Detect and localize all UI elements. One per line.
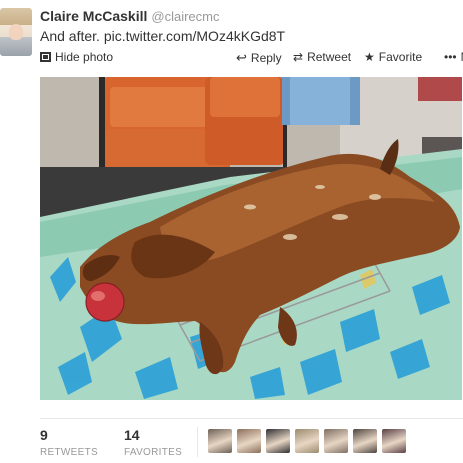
more-button[interactable]: ••• Mo — [444, 50, 463, 64]
photo-svg — [40, 77, 462, 400]
favoriter-avatar[interactable] — [324, 429, 348, 453]
avatar-face — [9, 24, 23, 40]
reply-icon: ↩ — [236, 50, 247, 65]
tweet-stats: 9 RETWEETS 14 FAVORITES — [40, 418, 463, 458]
favorite-button[interactable]: ★ Favorite — [364, 50, 422, 64]
favorites-count: 14 — [124, 427, 140, 443]
favorite-label: Favorite — [378, 50, 423, 64]
favoriter-avatar[interactable] — [266, 429, 290, 453]
favoriter-avatar[interactable] — [382, 429, 406, 453]
reply-button[interactable]: ↩ Reply — [236, 50, 282, 66]
favoriter-avatar[interactable] — [295, 429, 319, 453]
retweet-icon: ⇄ — [293, 50, 304, 64]
favoriter-avatar[interactable] — [237, 429, 261, 453]
tweet-header: Claire McCaskill @clairecmc — [40, 8, 463, 26]
favoriter-avatar[interactable] — [208, 429, 232, 453]
hide-photo-button[interactable]: Hide photo — [40, 50, 113, 64]
retweets-label: RETWEETS — [40, 447, 98, 458]
tweet-photo[interactable] — [40, 77, 462, 400]
author-handle[interactable]: @clairecmc — [151, 9, 219, 24]
stats-divider — [197, 427, 198, 457]
photo-icon — [40, 52, 51, 62]
tweet-actions: Hide photo ↩ Reply ⇄ Retweet ★ Favorite … — [40, 50, 463, 68]
favoriter-avatar[interactable] — [353, 429, 377, 453]
retweets-stat[interactable]: 9 RETWEETS — [40, 427, 98, 458]
favorites-label: FAVORITES — [124, 447, 183, 458]
star-icon: ★ — [364, 50, 375, 64]
more-icon: ••• — [444, 50, 457, 64]
retweet-label: Retweet — [307, 50, 352, 64]
hide-photo-label: Hide photo — [55, 50, 114, 64]
retweets-count: 9 — [40, 427, 48, 443]
favorites-stat[interactable]: 14 FAVORITES — [124, 427, 182, 458]
retweet-button[interactable]: ⇄ Retweet — [293, 50, 351, 64]
favoriter-avatars — [208, 429, 406, 453]
reply-label: Reply — [250, 51, 282, 65]
author-name[interactable]: Claire McCaskill — [40, 8, 147, 24]
author-avatar[interactable] — [0, 8, 32, 56]
tweet-text: And after. pic.twitter.com/MOz4kKGd8T — [40, 28, 286, 44]
